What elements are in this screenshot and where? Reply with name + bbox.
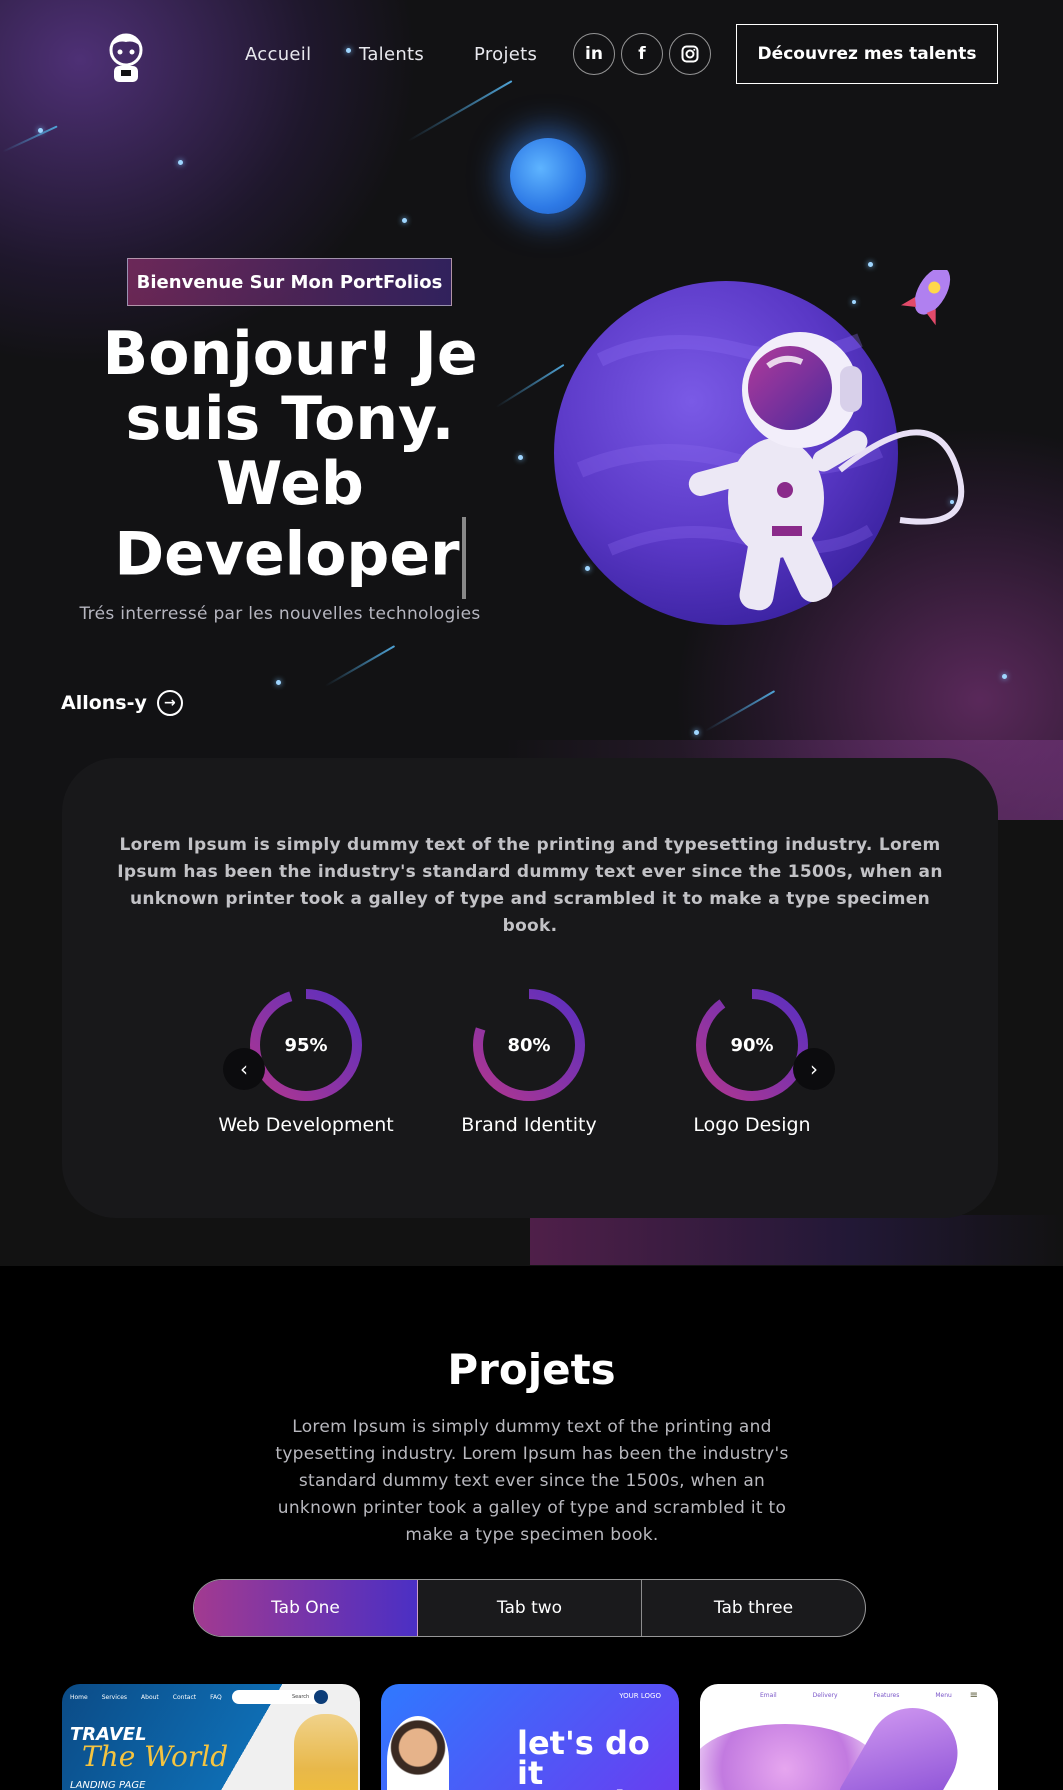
thumb-nav: Home Services About Contact FAQ [70,1694,222,1701]
progress-ring: 90% [695,988,809,1102]
nav-talents[interactable]: Talents [359,44,424,65]
carousel-prev-button[interactable]: ‹ [223,1048,265,1090]
thumb-nav-item: Contact [172,1694,197,1701]
thumb-nav-item: Features [873,1692,900,1699]
thumb-nav-item: Home [70,1694,88,1701]
thumb-logo-label: YOUR LOGO [619,1692,661,1700]
thumb-search-bar: Search [232,1690,324,1704]
astronaut-illustration [554,270,965,625]
skill-percent: 90% [730,1034,774,1056]
thumb-world-title: The World [82,1740,229,1773]
instagram-icon [681,45,699,63]
skills-description: Lorem Ipsum is simply dummy text of the … [117,835,943,936]
search-icon [314,1690,328,1704]
shooting-star [407,80,513,142]
allons-y-label: Allons-y [61,692,147,714]
hero-section: Accueil Talents Projets in f Découvrez m… [0,0,1063,820]
hero-headline: Bonjour! Je suis Tony. Web Developer [60,322,520,599]
tab-one[interactable]: Tab One [194,1580,418,1636]
skill-name: Web Development [218,1114,394,1136]
shooting-star [2,125,58,153]
hero-tagline: Trés interressé par les nouvelles techno… [79,604,481,624]
thumb-nav-item: Services [101,1694,128,1701]
allons-y-link[interactable]: Allons-y → [61,690,183,716]
skill-name: Logo Design [693,1114,811,1136]
instagram-button[interactable] [669,33,711,75]
thumb-nav-item: FAQ [210,1694,222,1701]
thumb-nav-item: About [141,1694,159,1701]
project-thumb-rocket[interactable]: Email Delivery Features Menu ≡ [700,1684,998,1790]
chevron-right-icon: › [810,1057,818,1081]
discover-talents-button[interactable]: Découvrez mes talents [736,24,998,84]
linkedin-button[interactable]: in [573,33,615,75]
welcome-badge: Bienvenue Sur Mon PortFolios [127,258,452,306]
facebook-button[interactable]: f [621,33,663,75]
thumb-search-label: Search [292,1694,310,1700]
menu-icon: ≡ [969,1690,978,1701]
chevron-left-icon: ‹ [240,1057,248,1081]
thumb-person [387,1716,449,1790]
skill-name: Brand Identity [461,1114,597,1136]
project-tabs: Tab One Tab two Tab three [193,1579,866,1637]
project-thumb-letsdo[interactable]: YOUR LOGO let's do it together [381,1684,679,1790]
small-blue-planet [510,138,586,214]
thumb-person [294,1714,358,1790]
skill-percent: 95% [284,1034,328,1056]
facebook-icon: f [638,44,646,64]
tab-three[interactable]: Tab three [642,1580,865,1636]
thumb-nav-item: Delivery [812,1692,838,1699]
projects-description: Lorem Ipsum is simply dummy text of the … [275,1417,789,1545]
shooting-star [324,645,396,687]
thumb-nav: Email Delivery Features Menu [760,1692,952,1699]
linkedin-icon: in [585,44,603,64]
thumb-landing-label: LANDING PAGE [70,1780,146,1790]
shooting-star [704,690,776,732]
skill-brand-identity: 80% Brand Identity [429,988,629,1136]
carousel-next-button[interactable]: › [793,1048,835,1090]
thumb-nav-item: Menu [935,1692,952,1699]
nav-accueil[interactable]: Accueil [245,44,311,65]
progress-ring: 80% [472,988,586,1102]
avatar-logo[interactable] [104,32,148,84]
section-divider-glow [530,1215,1063,1265]
projects-title: Projets [447,1345,616,1394]
project-thumb-travel[interactable]: Home Services About Contact FAQ Search T… [62,1684,360,1790]
skill-percent: 80% [507,1034,551,1056]
thumb-slogan: let's do it together [517,1724,674,1790]
typing-cursor [461,517,466,599]
nav-projets[interactable]: Projets [474,44,537,65]
tab-two[interactable]: Tab two [418,1580,642,1636]
progress-ring: 95% [249,988,363,1102]
thumb-nav-item: Email [760,1692,777,1699]
arrow-right-circle-icon: → [156,690,183,716]
